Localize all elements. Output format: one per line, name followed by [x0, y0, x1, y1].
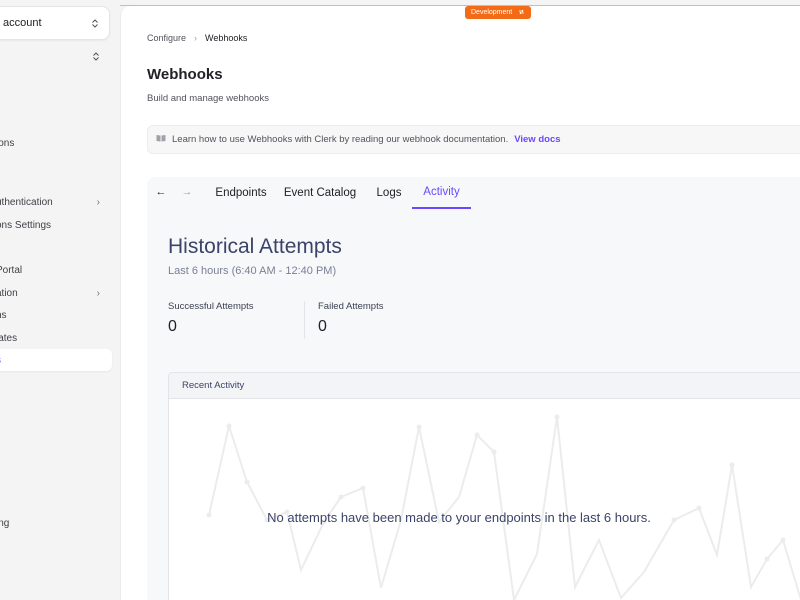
historical-attempts-title: Historical Attempts — [168, 235, 342, 258]
tab-endpoints[interactable]: Endpoints — [206, 177, 276, 209]
environment-badge[interactable]: Development — [465, 6, 532, 19]
sidebar-item-ation[interactable]: ation › — [0, 282, 112, 304]
recent-activity-card: Recent Activity No attempts have been ma… — [168, 372, 800, 600]
tab-logs[interactable]: Logs — [369, 177, 409, 209]
chevron-right-icon: › — [194, 33, 198, 43]
stat-value: 0 — [318, 318, 327, 335]
sidebar-item-label: ing — [0, 517, 10, 529]
breadcrumb-current: Webhooks — [205, 33, 248, 43]
back-arrow-icon[interactable]: ← — [154, 185, 168, 199]
sidebar-item-webhooks[interactable]: s — [0, 349, 112, 371]
sidebar-item-label: lates — [0, 332, 18, 344]
sidebar-item-authentication[interactable]: uthentication › — [0, 191, 112, 213]
organization-switcher[interactable]: account — [0, 6, 110, 40]
sidebar-item-sessions-settings[interactable]: ons Settings — [0, 214, 112, 236]
placeholder-activity-chart — [206, 414, 800, 600]
sidebar-item-label: uthentication — [0, 196, 53, 208]
organization-name: account — [3, 17, 42, 29]
stat-divider — [304, 301, 305, 339]
chevron-right-icon: › — [96, 287, 100, 299]
page-subtitle: Build and manage webhooks — [147, 93, 270, 104]
sidebar-item-ons[interactable]: ns — [0, 304, 112, 326]
swap-icon — [518, 9, 525, 17]
sidebar-item-options[interactable]: ions — [0, 132, 112, 154]
book-icon — [156, 134, 166, 145]
view-docs-link[interactable]: View docs — [514, 134, 560, 145]
historical-attempts-range: Last 6 hours (6:40 AM - 12:40 PM) — [168, 265, 337, 277]
failed-attempts-stat: Failed Attempts 0 — [318, 301, 383, 336]
sidebar-item-label: ation — [0, 287, 18, 299]
webhooks-portal: ← → Endpoints Event Catalog Logs Activit… — [147, 177, 800, 600]
sidebar-item-templates[interactable]: lates — [0, 327, 112, 349]
chevron-right-icon: › — [96, 196, 100, 208]
docs-info-banner: Learn how to use Webhooks with Clerk by … — [147, 125, 800, 154]
environment-badge-label: Development — [471, 9, 513, 16]
successful-attempts-stat: Successful Attempts 0 — [168, 301, 254, 336]
chevron-up-down-icon — [91, 17, 99, 29]
stat-value: 0 — [168, 318, 177, 335]
sidebar-item-label: s — [0, 355, 1, 366]
empty-state-message: No attempts have been made to your endpo… — [267, 510, 651, 525]
breadcrumb-parent[interactable]: Configure — [147, 33, 186, 43]
docs-info-text: Learn how to use Webhooks with Clerk by … — [172, 134, 509, 145]
recent-activity-title: Recent Activity — [169, 373, 800, 399]
tab-event-catalog[interactable]: Event Catalog — [279, 177, 361, 209]
forward-arrow-icon[interactable]: → — [180, 185, 194, 199]
sidebar-item-label: Portal — [0, 264, 23, 276]
sidebar-item-label: ions — [0, 137, 15, 149]
portal-tabs: ← → Endpoints Event Catalog Logs Activit… — [147, 177, 800, 209]
sidebar-item-label: ns — [0, 309, 7, 321]
chevron-up-down-icon — [92, 50, 100, 62]
application-switcher[interactable] — [0, 42, 110, 70]
sidebar-item-ing[interactable]: ing — [0, 512, 112, 534]
tab-activity[interactable]: Activity — [412, 177, 471, 209]
page-title: Webhooks — [147, 66, 223, 83]
breadcrumb: Configure › Webhooks — [147, 33, 247, 43]
stat-label: Successful Attempts — [168, 301, 254, 312]
sidebar-item-label: ons Settings — [0, 219, 52, 231]
stat-label: Failed Attempts — [318, 301, 384, 312]
sidebar-item-portal[interactable]: Portal — [0, 259, 112, 281]
sidebar: account ions uthentication › ons Setting… — [0, 0, 120, 600]
